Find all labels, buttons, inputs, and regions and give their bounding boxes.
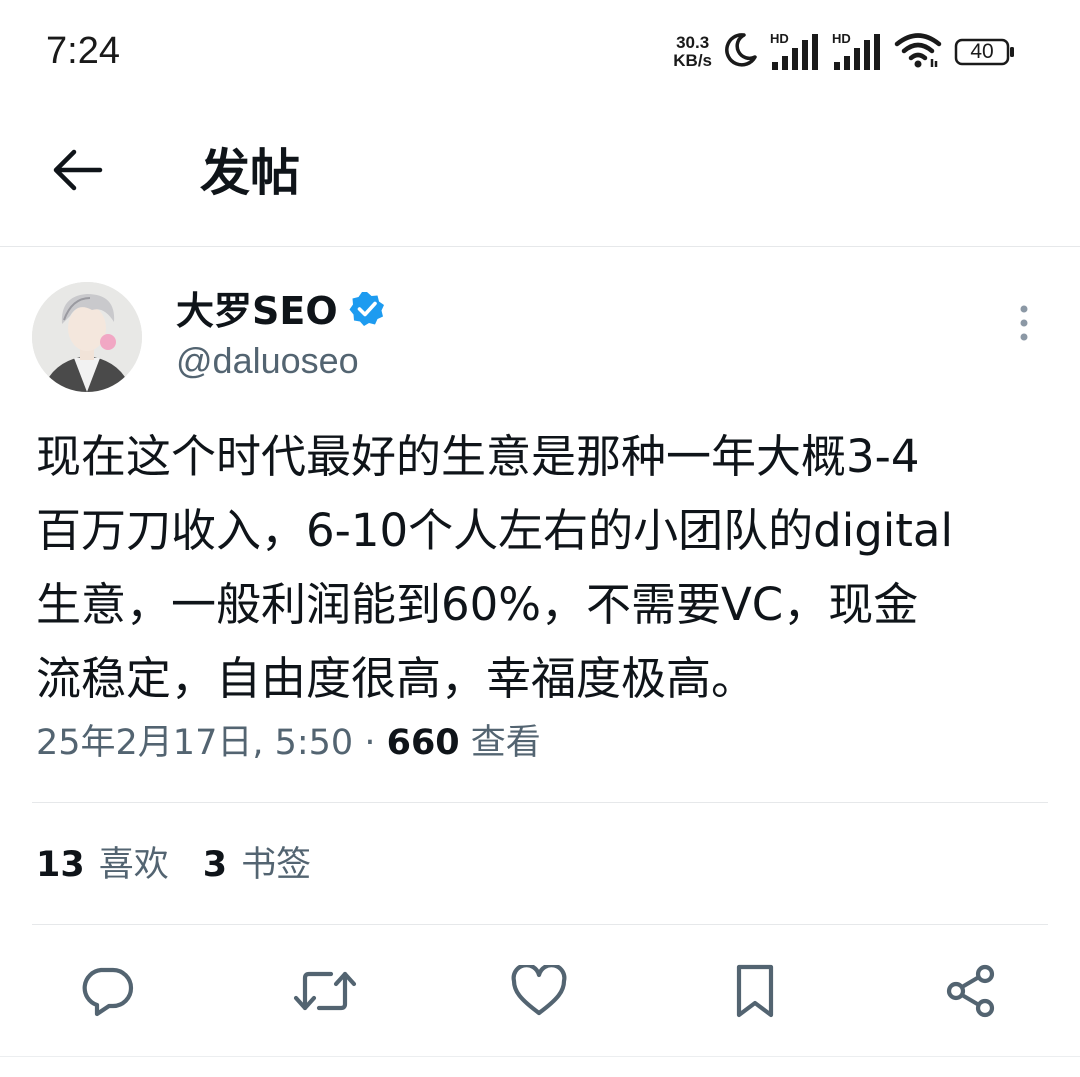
views-gap [460,718,471,768]
reply-button[interactable] [72,958,142,1028]
status-icons: 30.3 KB/s HD HD 40 [673,30,1016,74]
retweet-button[interactable] [290,958,360,1028]
engagement-stats: 13 喜欢 3 书签 [36,840,311,890]
status-time: 7:24 [46,30,120,72]
likes-count[interactable]: 13 [36,840,85,890]
likes-label[interactable]: 喜欢 [99,840,169,890]
meta-separator: · [353,723,387,763]
author-handle[interactable]: @daluoseo [176,338,359,384]
network-speed: 30.3 KB/s [673,34,712,70]
tweet-timestamp[interactable]: 25年2月17日, 5:50 [36,718,353,768]
page-title: 发帖 [200,144,300,202]
author-name-row[interactable]: 大罗SEO [176,288,386,334]
divider-bottom [32,924,1048,925]
bottom-divider [0,1056,1080,1057]
heart-icon [510,963,568,1021]
app-header: 发帖 [0,100,1080,247]
status-bar: 7:24 30.3 KB/s HD HD 40 [0,0,1080,100]
retweet-icon [293,964,357,1022]
share-button[interactable] [936,958,1006,1028]
share-icon [943,963,999,1023]
arrow-left-icon [52,148,104,196]
action-bar [0,958,1080,1028]
bookmark-icon [733,963,777,1023]
reply-icon [79,964,135,1022]
bookmarks-count[interactable]: 3 [203,840,227,890]
moon-icon [724,32,758,72]
views-label: 查看 [470,723,541,763]
bookmark-button[interactable] [720,958,790,1028]
network-speed-value: 30.3 [676,33,710,52]
more-vertical-icon [1018,303,1030,347]
back-button[interactable] [40,134,116,210]
battery-icon: 40 [954,37,1016,67]
views-count: 660 [386,723,460,763]
network-speed-unit: KB/s [673,51,712,70]
tweet-meta: 25年2月17日, 5:50 · 660 查看 [36,718,541,768]
signal-icon-2: HD [832,32,882,72]
wifi-icon [894,31,942,73]
author-name[interactable]: 大罗SEO [176,288,338,334]
tweet-text: 现在这个时代最好的生意是那种一年大概3-4 百万刀收入，6-10个人左右的小团队… [36,430,953,705]
avatar[interactable] [32,282,142,392]
more-button[interactable] [1004,302,1044,348]
signal-icon-1: HD [770,32,820,72]
bookmarks-label[interactable]: 书签 [241,840,311,890]
divider-top [32,802,1048,803]
like-button[interactable] [504,958,574,1028]
battery-level: 40 [970,40,994,63]
verified-badge-icon [348,290,386,332]
